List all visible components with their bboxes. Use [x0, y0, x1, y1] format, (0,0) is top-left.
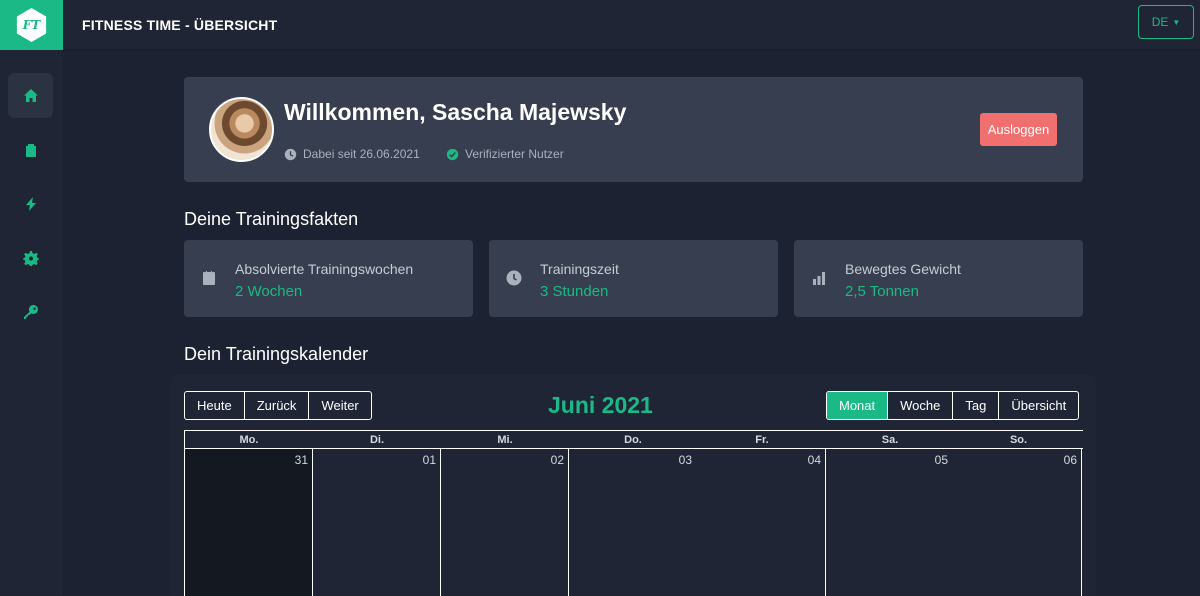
- clipboard-icon: [25, 143, 36, 157]
- day-number: 01: [422, 453, 436, 467]
- sidebar-item-home[interactable]: [8, 73, 53, 118]
- sidebar-item-settings[interactable]: [8, 235, 53, 280]
- clock-icon: [284, 148, 297, 160]
- member-since-text: Dabei seit 26.06.2021: [303, 147, 420, 161]
- day-number: 02: [550, 453, 564, 467]
- bolt-icon: [25, 196, 36, 211]
- view-overview-button[interactable]: Übersicht: [999, 392, 1078, 419]
- calendar-icon: [203, 271, 215, 285]
- calendar-nav-group: Heute Zurück Weiter: [184, 391, 372, 420]
- today-button[interactable]: Heute: [185, 392, 245, 419]
- stat-label: Absolvierte Trainingswochen: [235, 261, 414, 277]
- calendar-day-cell[interactable]: 03 04: [568, 449, 825, 596]
- language-label: DE: [1151, 15, 1169, 29]
- sidebar-item-workouts[interactable]: [8, 181, 53, 226]
- gear-icon: [22, 250, 39, 266]
- calendar-grid: 31 01 02 03 04 05 06: [184, 449, 1083, 596]
- stat-value: 3 Stunden: [540, 283, 609, 300]
- calendar-view-group: Monat Woche Tag Übersicht: [826, 391, 1080, 420]
- calendar-day-cell[interactable]: 02: [440, 449, 568, 596]
- check-circle-icon: [446, 148, 459, 160]
- weekday-label: Fr.: [755, 434, 769, 446]
- day-number: 05: [934, 453, 948, 467]
- stat-card-time: Trainingszeit 3 Stunden: [489, 240, 778, 317]
- app-title: FITNESS TIME - ÜBERSICHT: [82, 17, 278, 33]
- day-number: 04: [807, 453, 821, 467]
- clock-icon: [506, 270, 522, 286]
- view-day-button[interactable]: Tag: [953, 392, 1000, 419]
- weekday-label: Sa.: [881, 434, 899, 446]
- member-since: Dabei seit 26.06.2021: [284, 147, 420, 161]
- day-number: 06: [1063, 453, 1077, 467]
- day-number: 31: [294, 453, 308, 467]
- logo-icon: FT: [16, 8, 47, 42]
- calendar-heading: Dein Trainingskalender: [184, 344, 369, 364]
- view-month-button[interactable]: Monat: [827, 392, 889, 419]
- weekday-label: Do.: [624, 434, 642, 446]
- calendar-day-cell[interactable]: 01: [312, 449, 440, 596]
- weekday-label: So.: [1009, 434, 1028, 446]
- day-number: 03: [678, 453, 692, 467]
- welcome-card: Willkommen, Sascha Majewsky Dabei seit 2…: [184, 77, 1083, 182]
- chevron-down-icon: ▼: [1172, 17, 1181, 27]
- welcome-title: Willkommen, Sascha Majewsky: [284, 99, 627, 125]
- back-button[interactable]: Zurück: [245, 392, 310, 419]
- verified-text: Verifizierter Nutzer: [465, 147, 564, 161]
- weekday-label: Di.: [369, 434, 385, 446]
- verified-badge: Verifizierter Nutzer: [446, 147, 564, 161]
- logout-button[interactable]: Ausloggen: [980, 113, 1057, 146]
- weekday-label: Mo.: [239, 434, 259, 446]
- view-week-button[interactable]: Woche: [888, 392, 954, 419]
- stat-label: Trainingszeit: [540, 261, 619, 277]
- stat-card-weight: Bewegtes Gewicht 2,5 Tonnen: [794, 240, 1083, 317]
- sidebar: [0, 50, 63, 596]
- top-bar: FT FITNESS TIME - ÜBERSICHT DE ▼: [0, 0, 1200, 50]
- calendar-weekday-header: Mo. Di. Mi. Do. Fr. Sa. So.: [184, 430, 1083, 449]
- logo-text: FT: [22, 18, 41, 32]
- calendar-month-title: Juni 2021: [548, 392, 653, 418]
- next-button[interactable]: Weiter: [309, 392, 370, 419]
- bar-chart-icon: [813, 272, 825, 285]
- language-dropdown[interactable]: DE ▼: [1138, 5, 1194, 39]
- home-icon: [23, 88, 38, 102]
- sidebar-item-plans[interactable]: [8, 127, 53, 172]
- app-logo[interactable]: FT: [0, 0, 63, 50]
- avatar[interactable]: [209, 97, 274, 162]
- stat-value: 2 Wochen: [235, 283, 303, 300]
- calendar-day-cell[interactable]: 31: [184, 449, 312, 596]
- calendar-day-cell[interactable]: 05 06: [825, 449, 1082, 596]
- stat-value: 2,5 Tonnen: [845, 283, 919, 300]
- facts-heading: Deine Trainingsfakten: [184, 209, 359, 229]
- key-icon: [23, 304, 38, 319]
- sidebar-item-security[interactable]: [8, 289, 53, 334]
- stat-label: Bewegtes Gewicht: [845, 261, 961, 277]
- weekday-label: Mi.: [497, 434, 513, 446]
- stat-card-weeks: Absolvierte Trainingswochen 2 Wochen: [184, 240, 473, 317]
